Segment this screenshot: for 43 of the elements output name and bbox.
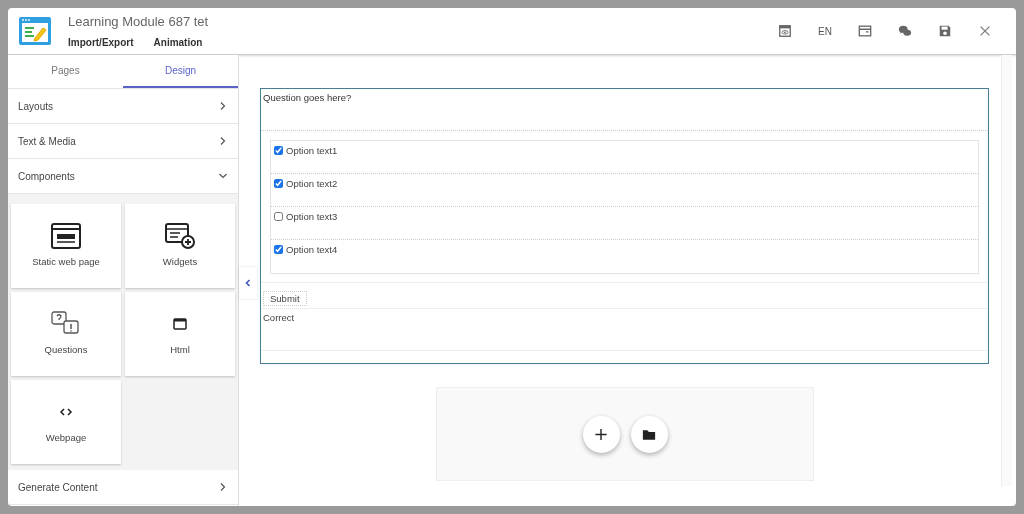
close-icon[interactable]: [978, 24, 992, 38]
option-label: Option text2: [286, 178, 338, 189]
menu-item[interactable]: Import/Export: [68, 37, 134, 48]
accordion-header[interactable]: Layouts: [8, 89, 238, 124]
add-button[interactable]: [582, 415, 620, 453]
plus-icon: [594, 427, 608, 441]
option-checkbox[interactable]: [274, 179, 283, 188]
code-icon: [59, 406, 73, 418]
window-icon: [173, 318, 187, 330]
folder-icon: [642, 427, 656, 441]
scrollbar[interactable]: [1001, 55, 1012, 486]
accordion-header[interactable]: Generate Content: [8, 470, 238, 505]
component-tile[interactable]: Html: [125, 292, 235, 376]
widget-add-icon: [164, 222, 196, 250]
preview-icon[interactable]: [778, 24, 793, 38]
accordion-header[interactable]: Text & Media: [8, 124, 238, 159]
menu-item[interactable]: Animation: [153, 37, 203, 48]
question-text: Question goes here?: [261, 89, 988, 131]
module-title: Learning Module 687 tet: [68, 14, 209, 29]
component-tile[interactable]: Questions: [11, 292, 121, 376]
save-icon[interactable]: [938, 24, 952, 38]
component-tile[interactable]: Static web page: [11, 204, 121, 288]
feedback-text: Correct: [261, 309, 988, 351]
app-logo-icon: [18, 16, 52, 46]
option-checkbox[interactable]: [274, 212, 283, 221]
option-label: Option text4: [286, 244, 338, 255]
language-button[interactable]: EN: [818, 25, 832, 37]
chevron-down-icon: [218, 171, 228, 181]
option-checkbox[interactable]: [274, 146, 283, 155]
chat-icon[interactable]: [898, 24, 912, 38]
folder-button[interactable]: [630, 415, 668, 453]
html-page-icon: [50, 222, 82, 250]
option-checkbox[interactable]: [274, 245, 283, 254]
component-tile[interactable]: Widgets: [125, 204, 235, 288]
chevron-right-icon: [218, 482, 228, 492]
chevron-right-icon: [218, 101, 228, 111]
option-label: Option text3: [286, 211, 338, 222]
chevron-right-icon: [218, 136, 228, 146]
component-tile[interactable]: Webpage: [11, 380, 121, 464]
option-label: Option text1: [286, 145, 338, 156]
submit-button[interactable]: Submit: [263, 291, 307, 306]
window-icon[interactable]: [858, 24, 872, 38]
chevron-left-icon: [244, 278, 252, 288]
